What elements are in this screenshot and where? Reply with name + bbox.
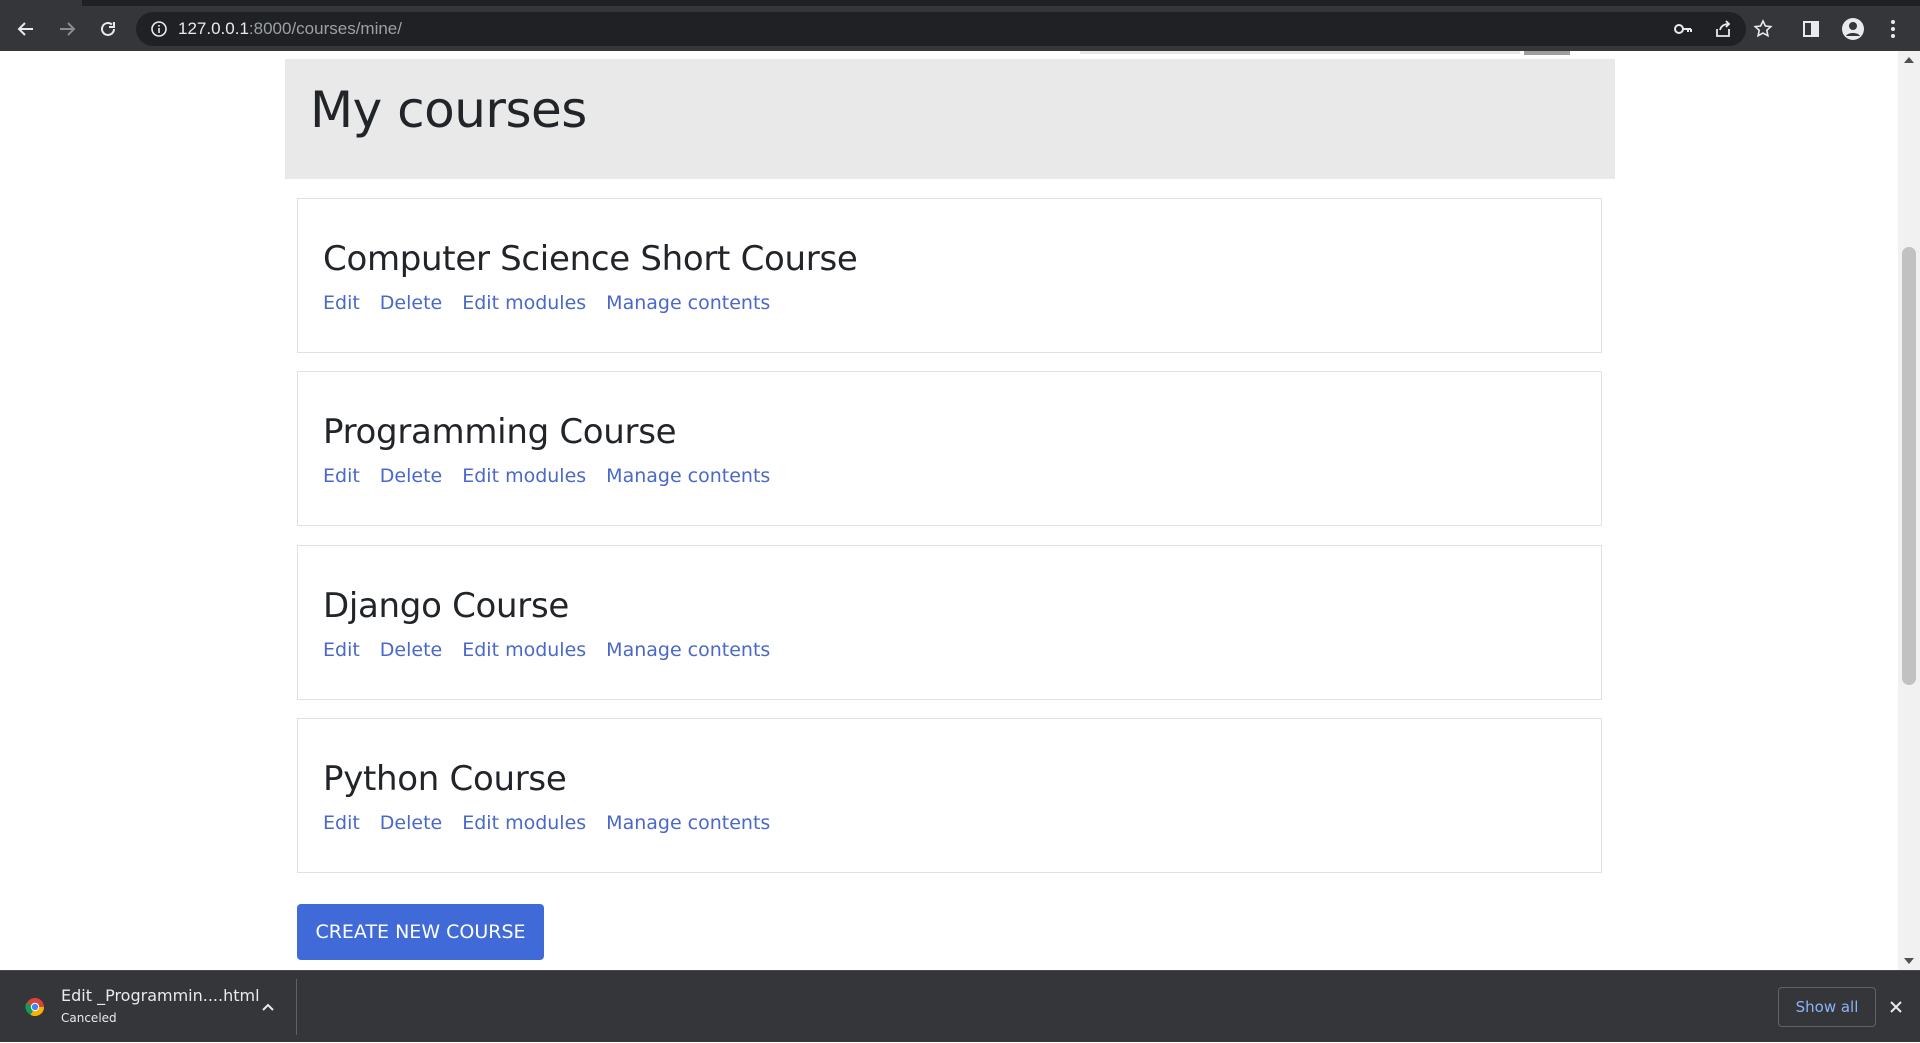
manage-contents-link[interactable]: Manage contents xyxy=(606,465,770,487)
course-card: Programming Course Edit Delete Edit modu… xyxy=(297,371,1602,526)
close-icon[interactable] xyxy=(1884,995,1908,1019)
manage-contents-link[interactable]: Manage contents xyxy=(606,292,770,314)
download-item[interactable]: Edit _Programmin....html Canceled xyxy=(0,971,296,1043)
download-divider xyxy=(296,979,297,1035)
edit-link[interactable]: Edit xyxy=(323,292,360,314)
menu-kebab-icon[interactable] xyxy=(1879,15,1907,43)
back-arrow-icon[interactable] xyxy=(12,15,40,43)
manage-contents-link[interactable]: Manage contents xyxy=(606,812,770,834)
profile-avatar-icon[interactable] xyxy=(1839,15,1867,43)
scroll-down-arrow-icon[interactable] xyxy=(1904,958,1914,964)
course-card: Django Course Edit Delete Edit modules M… xyxy=(297,545,1602,700)
course-title: Programming Course xyxy=(323,412,677,452)
reload-icon[interactable] xyxy=(94,15,122,43)
url-host: 127.0.0.1 xyxy=(178,19,249,38)
side-panel-icon[interactable] xyxy=(1797,15,1825,43)
edit-link[interactable]: Edit xyxy=(323,812,360,834)
chrome-logo-icon xyxy=(25,998,44,1017)
page-header: My courses xyxy=(285,59,1615,179)
download-file-name: Edit _Programmin....html xyxy=(61,986,260,1005)
edit-modules-link[interactable]: Edit modules xyxy=(462,465,586,487)
page-title: My courses xyxy=(310,81,587,139)
course-actions: Edit Delete Edit modules Manage contents xyxy=(323,639,770,661)
site-info-icon[interactable] xyxy=(150,20,168,42)
url-text: 127.0.0.1:8000/courses/mine/ xyxy=(178,19,402,39)
delete-link[interactable]: Delete xyxy=(380,465,442,487)
course-actions: Edit Delete Edit modules Manage contents xyxy=(323,292,770,314)
edit-modules-link[interactable]: Edit modules xyxy=(462,639,586,661)
header-remnant xyxy=(1080,51,1520,54)
download-shelf: Edit _Programmin....html Canceled Show a… xyxy=(0,970,1920,1042)
chevron-up-icon[interactable] xyxy=(258,997,278,1017)
page-scrollbar[interactable] xyxy=(1898,51,1920,970)
manage-contents-link[interactable]: Manage contents xyxy=(606,639,770,661)
course-card: Computer Science Short Course Edit Delet… xyxy=(297,198,1602,353)
course-title: Python Course xyxy=(323,759,567,799)
delete-link[interactable]: Delete xyxy=(380,812,442,834)
course-title: Django Course xyxy=(323,586,570,626)
header-remnant-button xyxy=(1524,51,1570,55)
address-bar[interactable]: 127.0.0.1:8000/courses/mine/ xyxy=(136,12,1746,46)
browser-toolbar: 127.0.0.1:8000/courses/mine/ xyxy=(0,6,1920,51)
download-status: Canceled xyxy=(61,1011,117,1025)
page-viewport: My courses Computer Science Short Course… xyxy=(0,51,1898,970)
course-card: Python Course Edit Delete Edit modules M… xyxy=(297,718,1602,873)
url-path: :8000/courses/mine/ xyxy=(248,19,402,38)
bookmark-star-icon[interactable] xyxy=(1749,15,1777,43)
edit-link[interactable]: Edit xyxy=(323,639,360,661)
show-all-button[interactable]: Show all xyxy=(1778,987,1876,1027)
scroll-up-arrow-icon[interactable] xyxy=(1904,57,1914,63)
course-title: Computer Science Short Course xyxy=(323,239,858,279)
key-icon[interactable] xyxy=(1669,15,1697,43)
edit-link[interactable]: Edit xyxy=(323,465,360,487)
create-new-course-button[interactable]: CREATE NEW COURSE xyxy=(297,904,544,960)
scrollbar-thumb[interactable] xyxy=(1902,247,1916,685)
forward-arrow-icon[interactable] xyxy=(53,15,81,43)
course-actions: Edit Delete Edit modules Manage contents xyxy=(323,465,770,487)
edit-modules-link[interactable]: Edit modules xyxy=(462,292,586,314)
share-icon[interactable] xyxy=(1709,15,1737,43)
delete-link[interactable]: Delete xyxy=(380,292,442,314)
delete-link[interactable]: Delete xyxy=(380,639,442,661)
edit-modules-link[interactable]: Edit modules xyxy=(462,812,586,834)
course-actions: Edit Delete Edit modules Manage contents xyxy=(323,812,770,834)
